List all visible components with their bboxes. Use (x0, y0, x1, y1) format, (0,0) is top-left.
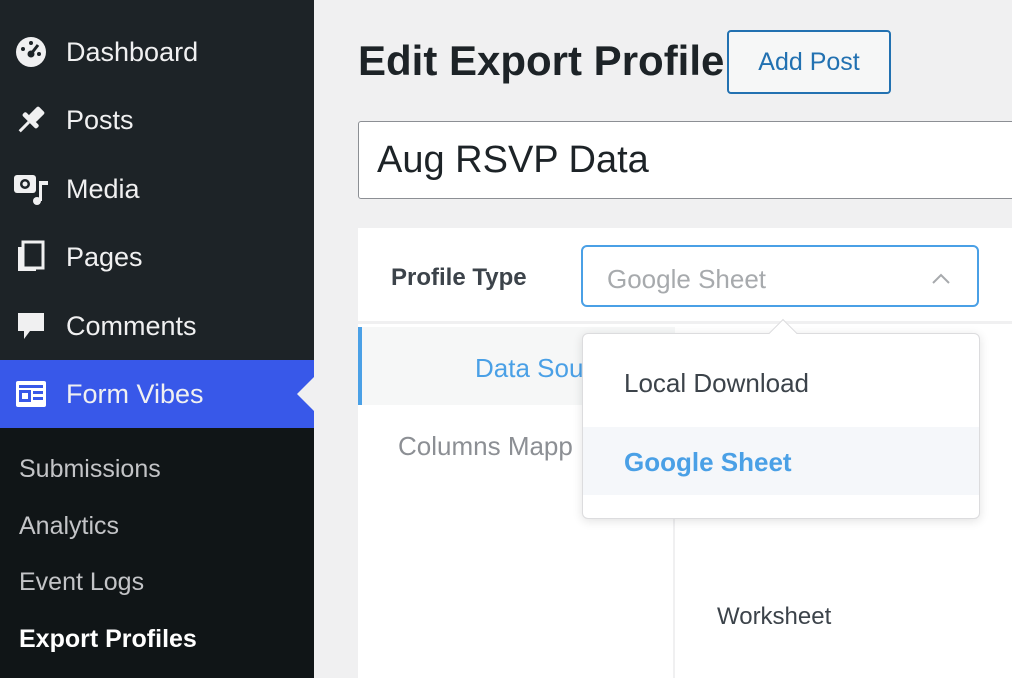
sidebar-item-pages[interactable]: Pages (0, 223, 314, 291)
profile-type-row: Profile Type Google Sheet (358, 228, 1012, 324)
profile-type-dropdown: Local Download Google Sheet (582, 318, 980, 519)
profile-title-input[interactable]: Aug RSVP Data (358, 121, 1012, 199)
worksheet-label: Worksheet (717, 603, 832, 630)
page-title: Edit Export Profile (358, 37, 725, 84)
form-vibes-submenu: Submissions Analytics Event Logs Export … (0, 428, 314, 678)
sidebar-item-media[interactable]: Media (0, 155, 314, 223)
option-google-sheet[interactable]: Google Sheet (583, 427, 979, 495)
pages-icon (12, 238, 50, 276)
form-vibes-icon (12, 375, 50, 413)
submenu-item-analytics[interactable]: Analytics (19, 514, 119, 539)
pin-icon (12, 101, 50, 139)
sidebar-item-comments[interactable]: Comments (0, 292, 314, 360)
app-root: Dashboard Posts Media Pages Comments For… (0, 0, 1012, 678)
media-icon (12, 170, 50, 208)
current-menu-arrow (297, 377, 314, 411)
dashboard-icon (12, 33, 50, 71)
sidebar-item-label: Dashboard (66, 36, 199, 67)
sidebar-item-dashboard[interactable]: Dashboard (0, 18, 314, 86)
sidebar-item-posts[interactable]: Posts (0, 86, 314, 154)
sidebar-item-label: Form Vibes (66, 378, 204, 409)
submenu-item-event-logs[interactable]: Event Logs (19, 570, 144, 595)
admin-sidebar: Dashboard Posts Media Pages Comments For… (0, 0, 314, 678)
comment-icon (12, 307, 50, 345)
tab-label: Data Sou (475, 353, 584, 383)
tab-label: Columns Mapp (398, 431, 573, 461)
profile-type-select[interactable]: Google Sheet (581, 245, 979, 307)
profile-type-value: Google Sheet (607, 264, 767, 294)
option-local-download[interactable]: Local Download (583, 348, 979, 416)
sidebar-item-form-vibes[interactable]: Form Vibes (0, 360, 314, 428)
submenu-item-export-profiles[interactable]: Export Profiles (19, 627, 197, 652)
sidebar-item-label: Posts (66, 104, 134, 135)
sidebar-item-label: Media (66, 173, 140, 204)
submenu-item-submissions[interactable]: Submissions (19, 457, 161, 482)
profile-type-label: Profile Type (391, 264, 527, 291)
option-label: Local Download (624, 368, 810, 398)
add-post-button[interactable]: Add Post (727, 30, 891, 94)
sidebar-item-label: Comments (66, 310, 197, 341)
sidebar-item-label: Pages (66, 241, 143, 272)
option-label: Google Sheet (624, 447, 792, 477)
chevron-up-icon (931, 269, 951, 289)
